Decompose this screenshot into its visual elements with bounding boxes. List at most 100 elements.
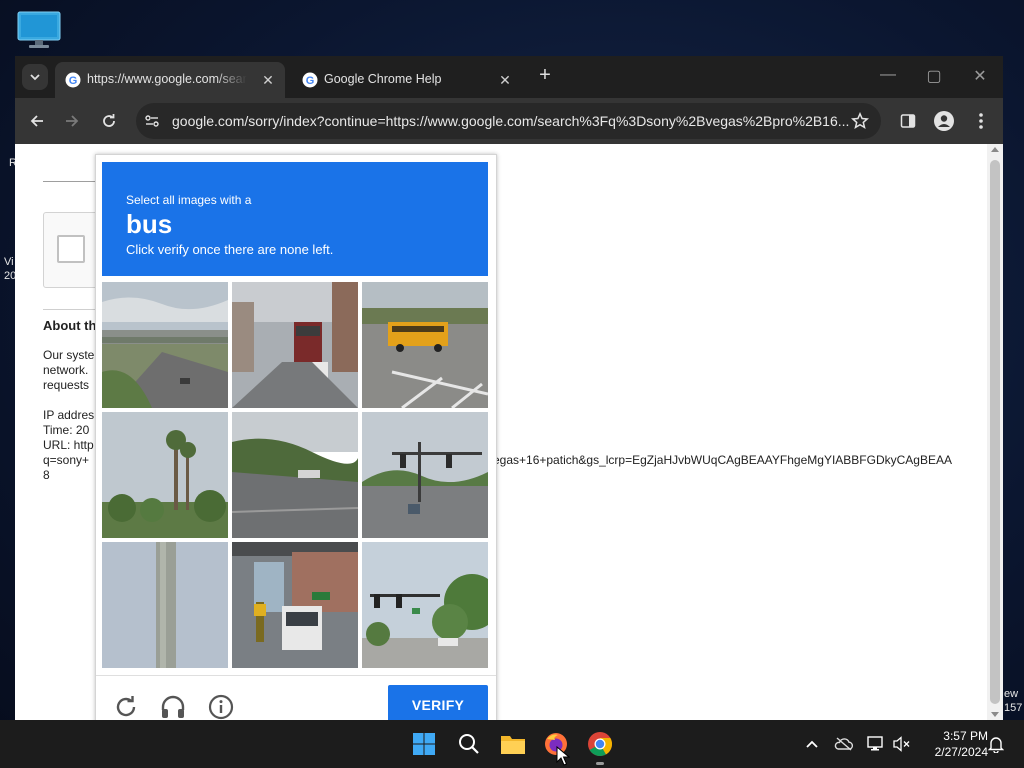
tab-chrome-help[interactable]: G Google Chrome Help ✕ (292, 62, 522, 98)
svg-text:G: G (69, 75, 78, 87)
bell-icon (988, 737, 1004, 753)
network-icon (867, 736, 883, 751)
site-info-icon[interactable] (144, 113, 160, 129)
close-tab-icon[interactable]: ✕ (259, 71, 277, 89)
profile-button[interactable] (933, 110, 955, 132)
page-scrollbar[interactable] (987, 144, 1003, 720)
captcha-tile-street-traffic-lights[interactable] (362, 542, 488, 668)
scroll-thumb[interactable] (990, 160, 1000, 704)
instruction-text: Click verify once there are none left. (126, 242, 334, 257)
maximize-button[interactable]: ▢ (920, 66, 948, 88)
google-icon: G (302, 72, 318, 88)
captcha-tile-intersection-traffic-lights[interactable] (362, 412, 488, 538)
chrome-button[interactable] (584, 728, 616, 765)
bookmark-star-icon[interactable] (851, 112, 869, 130)
verify-button[interactable]: VERIFY (388, 685, 488, 725)
firefox-button[interactable] (540, 728, 572, 766)
volume-status-button[interactable] (892, 734, 912, 754)
tab-strip: G https://www.google.com/search ✕ G Goog… (15, 56, 1003, 98)
browser-toolbar: google.com/sorry/index?continue=https://… (15, 98, 1003, 144)
captcha-tile-school-bus-parking[interactable] (362, 282, 488, 408)
system-clock[interactable]: 3:57 PM 2/27/2024 (918, 728, 988, 760)
captcha-tile-highway-overpass[interactable] (102, 282, 228, 408)
captcha-instructions: Select all images with a bus Click verif… (102, 162, 488, 276)
paragraph-line: Our syste (43, 348, 95, 362)
close-tab-icon[interactable]: ✕ (496, 71, 514, 89)
address-url: google.com/sorry/index?continue=https://… (172, 113, 850, 129)
help-button[interactable] (206, 692, 236, 722)
reload-icon (103, 114, 115, 127)
url-tail-line: 8 (43, 468, 50, 482)
paragraph-line: network. (43, 363, 89, 377)
folder-icon (501, 736, 525, 754)
scroll-down-arrow-icon[interactable] (991, 712, 999, 717)
recaptcha-checkbox[interactable] (57, 235, 85, 263)
chevron-down-icon (30, 74, 40, 81)
arrow-left-icon (30, 115, 43, 127)
reload-button[interactable] (97, 109, 121, 133)
chevron-up-icon (806, 740, 818, 748)
captcha-tile-city-bus-under-bridge[interactable] (232, 542, 358, 668)
address-bar[interactable]: google.com/sorry/index?continue=https://… (136, 103, 881, 139)
captcha-tile-pole-closeup[interactable] (102, 542, 228, 668)
clock-time: 3:57 PM (943, 729, 988, 743)
minimize-button[interactable]: — (874, 66, 902, 88)
taskbar: 3:57 PM 2/27/2024 (0, 720, 1024, 768)
about-heading: About th (43, 318, 97, 333)
scroll-up-arrow-icon[interactable] (991, 147, 999, 152)
captcha-tile-city-street-bus[interactable] (232, 282, 358, 408)
start-button[interactable] (408, 728, 440, 760)
divider (96, 675, 496, 676)
target-object: bus (126, 209, 173, 239)
instruction-text: Select all images with a (126, 193, 252, 207)
forward-button[interactable] (60, 109, 84, 133)
profile-icon (934, 111, 954, 131)
url-continuation: egas+16+patich&gs_lcrp=EgZjaHJvbWUqCAgBE… (493, 453, 952, 467)
captcha-tile-palm-trees[interactable] (102, 412, 228, 538)
taskbar-search-button[interactable] (453, 728, 485, 760)
info-icon (208, 694, 234, 720)
url-query-line: q=sony+ (43, 453, 90, 467)
cloud-offline-icon (834, 737, 854, 751)
svg-text:G: G (306, 75, 315, 87)
captcha-tile-road-embankment[interactable] (232, 412, 358, 538)
desktop-label-fragment: ew (1004, 688, 1019, 700)
time-line: Time: 20 (43, 423, 90, 437)
tab-title: https://www.google.com/search (87, 72, 247, 86)
notifications-button[interactable] (986, 734, 1006, 754)
mouse-cursor-icon (556, 746, 570, 766)
chrome-icon (588, 732, 613, 757)
divider (43, 309, 103, 310)
divider (43, 181, 103, 182)
computer-desktop-icon[interactable] (17, 11, 61, 49)
new-tab-button[interactable]: + (534, 64, 556, 86)
onedrive-status-button[interactable] (834, 734, 854, 754)
url-line: URL: http (43, 438, 94, 452)
desktop-label-fragment: Vi (4, 256, 14, 268)
headphones-icon (161, 695, 185, 718)
side-panel-icon (900, 114, 916, 128)
back-button[interactable] (25, 109, 49, 133)
file-explorer-button[interactable] (497, 728, 529, 760)
show-hidden-icons-button[interactable] (802, 734, 822, 754)
windows-logo-icon (413, 733, 435, 755)
arrow-right-icon (66, 115, 79, 127)
captcha-challenge: Select all images with a bus Click verif… (95, 154, 497, 726)
network-status-button[interactable] (866, 734, 886, 754)
side-panel-button[interactable] (897, 110, 919, 132)
search-icon (459, 734, 479, 754)
audio-challenge-button[interactable] (158, 692, 188, 722)
close-window-button[interactable]: ✕ (966, 66, 994, 88)
desktop-label-fragment: 157 (1004, 702, 1023, 714)
ip-address-line: IP addres (43, 408, 95, 422)
tab-title: Google Chrome Help (324, 72, 442, 86)
clock-date: 2/27/2024 (934, 745, 988, 759)
reload-icon (116, 696, 136, 717)
menu-button[interactable] (970, 110, 992, 132)
reload-challenge-button[interactable] (111, 692, 141, 722)
paragraph-line: requests (43, 378, 90, 392)
tab-google-search[interactable]: G https://www.google.com/search ✕ (55, 62, 285, 98)
kebab-menu-icon (979, 113, 983, 129)
google-icon: G (65, 72, 81, 88)
tab-search-button[interactable] (22, 64, 48, 90)
